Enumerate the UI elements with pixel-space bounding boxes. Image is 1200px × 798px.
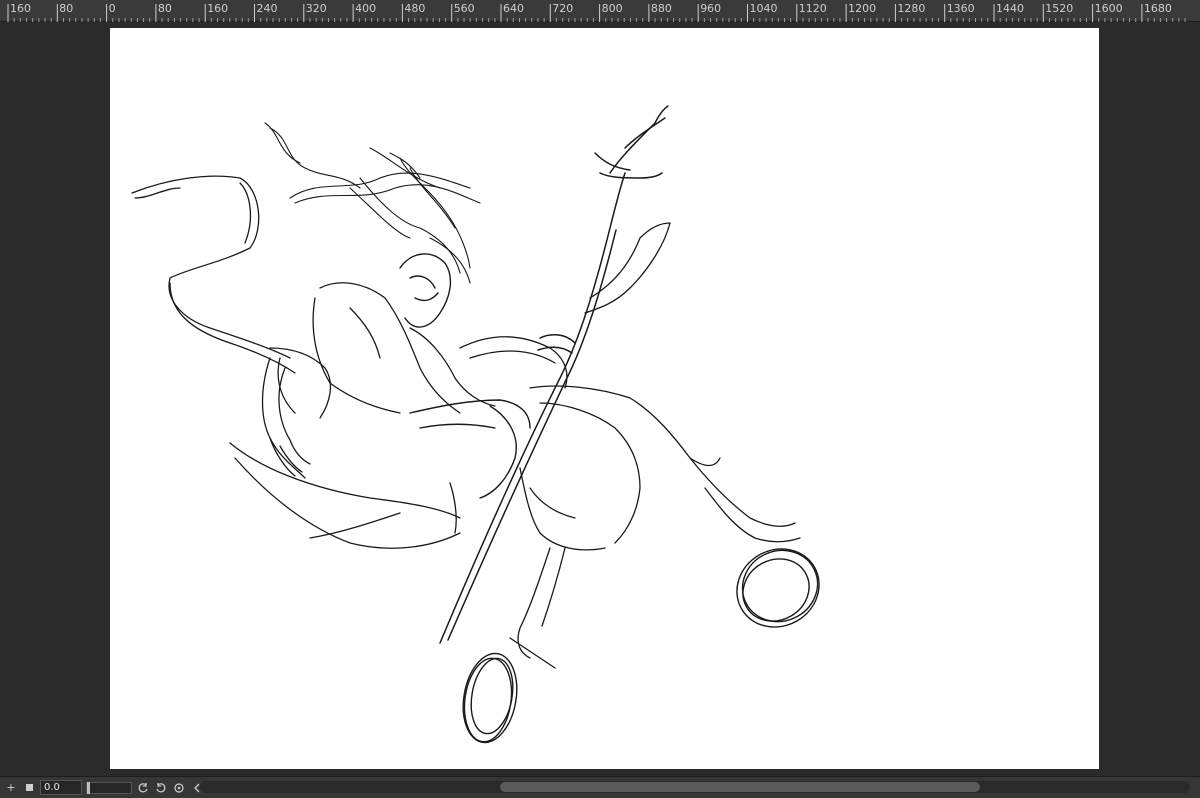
horizontal-ruler: 160 80 0 80 160 240 320 400 480 560 640 720 800 880 96… [0,0,1200,22]
sketch-ribbon-right [584,222,671,314]
ruler-label: 1120 [798,2,827,15]
ruler-label: 720 [552,2,574,15]
sketch-sash [229,442,461,549]
ruler-label: 1600 [1094,2,1123,15]
ruler-label: 320 [305,2,327,15]
ruler-label: 1440 [996,2,1024,15]
zoom-slider-handle[interactable] [87,781,90,794]
sketch-torso [269,282,568,419]
ruler-label: 80 [59,2,74,15]
sketch-head [399,253,452,328]
square-icon[interactable] [22,781,36,795]
status-bar: + 0.0 [0,776,1200,798]
ruler-label: 640 [503,2,524,15]
zoom-slider[interactable] [86,781,132,794]
sketch-spear [439,105,669,644]
ruler-label: 1680 [1143,2,1172,15]
ruler-label: 800 [601,2,623,15]
sketch-scarf [131,175,296,374]
ruler-label: 0 [108,2,116,15]
zoom-value-field[interactable]: 0.0 [40,780,82,795]
rotate-right-icon[interactable] [154,781,168,795]
horizontal-scrollbar[interactable] [200,781,1190,793]
ruler-label: 160 [207,2,229,15]
ruler-label: 160 [10,2,31,15]
sketch-hair [264,122,481,284]
sketch-drawing [131,105,820,744]
ruler-label: 400 [355,2,377,15]
ruler-label: 960 [700,2,722,15]
rotate-left-icon[interactable] [136,781,150,795]
sketch-arm [261,357,311,479]
ruler-label: 480 [404,2,426,15]
ruler-label: 1200 [848,2,877,15]
ruler-label: 560 [453,2,475,15]
ruler-label: 1040 [749,2,778,15]
drawing-canvas[interactable] [110,28,1099,769]
ruler-label: 80 [157,2,172,15]
sketch-wheel-bottom [462,652,518,744]
ruler-label: 1280 [897,2,926,15]
plus-icon[interactable]: + [4,781,18,795]
ruler-label: 240 [256,2,278,15]
ruler-label: 1520 [1045,2,1074,15]
ruler-label: 1360 [946,2,975,15]
canvas-workspace[interactable] [0,22,1200,776]
horizontal-scrollbar-thumb[interactable] [500,782,980,792]
sketch-wheel-right [736,548,820,628]
reset-rotation-icon[interactable] [172,781,186,795]
ruler-label: 880 [650,2,672,15]
sketch-waist [409,399,531,499]
sketch-legs [509,385,801,669]
